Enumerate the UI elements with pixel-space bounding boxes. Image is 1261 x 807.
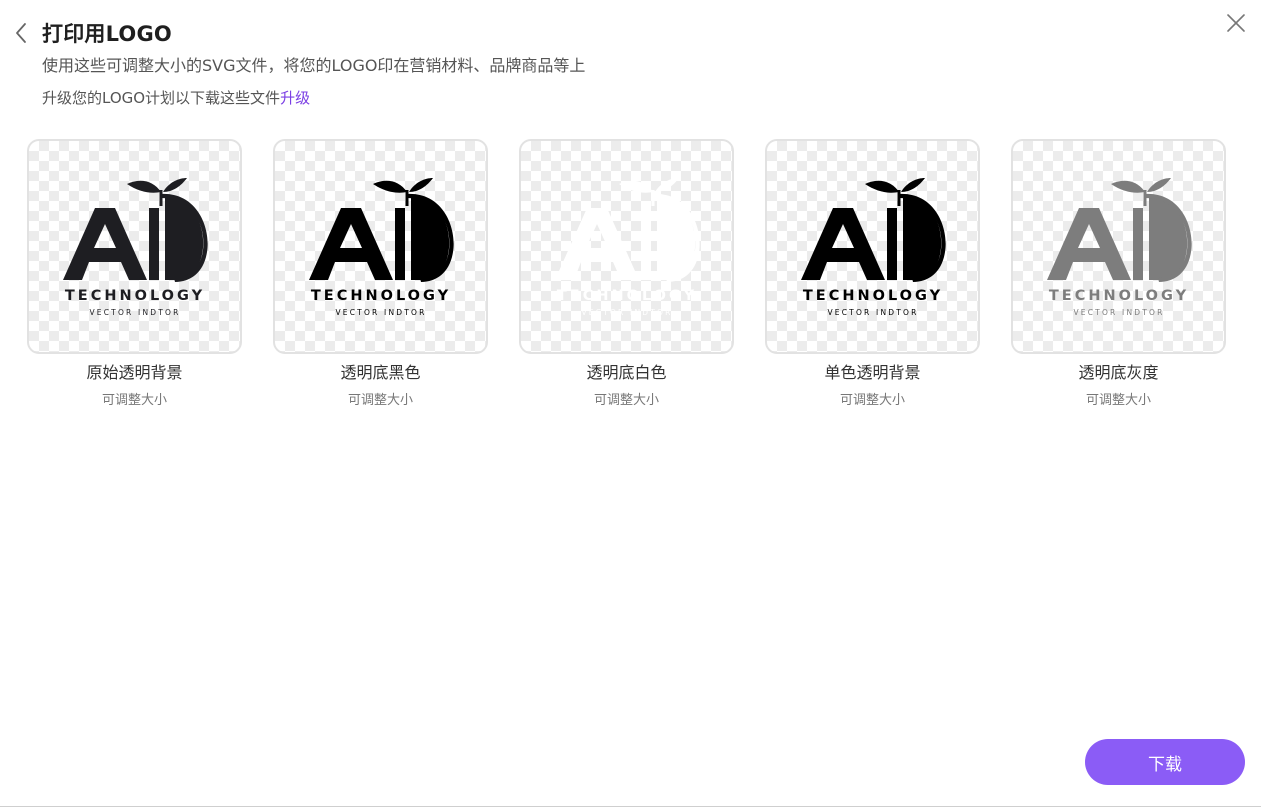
logo-option-card[interactable]: TECHNOLOGY VECTOR INDTOR 透明底灰度 可调整大小 (1011, 139, 1226, 408)
logo-preview[interactable]: TECHNOLOGY VECTOR INDTOR (27, 139, 242, 354)
leaf-shape (1146, 177, 1171, 192)
leaf-shape (126, 180, 161, 193)
option-sublabel: 可调整大小 (347, 393, 413, 408)
leaf-shape (408, 177, 433, 192)
back-button[interactable] (10, 20, 32, 46)
letter-a-shape (554, 207, 639, 280)
letter-a-shape (308, 207, 393, 280)
letter-i-shape (148, 207, 159, 280)
logo-preview[interactable]: TECHNOLOGY VECTOR INDTOR (519, 139, 734, 354)
leaf-shape (654, 177, 679, 192)
page-title: 打印用LOGO (42, 22, 172, 46)
page-subtitle: 使用这些可调整大小的SVG文件，将您的LOGO印在营销材料、品牌商品等上 (42, 56, 586, 75)
logo-image: TECHNOLOGY VECTOR INDTOR (62, 177, 208, 317)
upgrade-text: 升级您的LOGO计划以下载这些文件 (42, 89, 281, 107)
upgrade-link[interactable]: 升级 (280, 89, 310, 107)
option-sublabel: 可调整大小 (1085, 393, 1151, 408)
logo-main-text: TECHNOLOGY (556, 288, 696, 304)
logo-option-card[interactable]: TECHNOLOGY VECTOR INDTOR 透明底黑色 可调整大小 (273, 139, 488, 408)
logo-preview[interactable]: TECHNOLOGY VECTOR INDTOR (1011, 139, 1226, 354)
logo-sub-text: VECTOR INDTOR (827, 308, 918, 317)
option-sublabel: 可调整大小 (593, 393, 659, 408)
letter-a-shape (800, 207, 885, 280)
chevron-left-icon (16, 23, 26, 43)
leaf-shape (162, 177, 187, 192)
leaf-shape (1110, 180, 1145, 193)
logo-preview[interactable]: TECHNOLOGY VECTOR INDTOR (273, 139, 488, 354)
letter-i-shape (394, 207, 405, 280)
logo-sub-text: VECTOR INDTOR (581, 308, 672, 317)
option-label: 透明底白色 (586, 363, 667, 382)
letter-i-shape (1132, 207, 1143, 280)
option-label: 透明底黑色 (340, 363, 421, 382)
logo-main-text: TECHNOLOGY (1048, 288, 1188, 304)
logo-option-card[interactable]: TECHNOLOGY VECTOR INDTOR 透明底白色 可调整大小 (519, 139, 734, 408)
letter-i-shape (886, 207, 897, 280)
download-button[interactable]: 下载 (1085, 739, 1245, 785)
logo-preview[interactable]: TECHNOLOGY VECTOR INDTOR (765, 139, 980, 354)
leaf-shape (864, 180, 899, 193)
logo-sub-text: VECTOR INDTOR (89, 308, 180, 317)
logo-main-text: TECHNOLOGY (802, 288, 942, 304)
logo-options-list: TECHNOLOGY VECTOR INDTOR 原始透明背景 可调整大小 TE… (27, 139, 1226, 408)
logo-image: TECHNOLOGY VECTOR INDTOR (800, 177, 946, 317)
close-icon (1227, 14, 1245, 32)
letter-a-shape (1046, 207, 1131, 280)
logo-sub-text: VECTOR INDTOR (335, 308, 426, 317)
option-label: 单色透明背景 (824, 363, 921, 382)
leaf-shape (372, 180, 407, 193)
option-label: 原始透明背景 (86, 363, 183, 382)
logo-image: TECHNOLOGY VECTOR INDTOR (308, 177, 454, 317)
logo-image: TECHNOLOGY VECTOR INDTOR (554, 177, 700, 317)
logo-sub-text: VECTOR INDTOR (1073, 308, 1164, 317)
option-sublabel: 可调整大小 (839, 393, 905, 408)
upgrade-notice: 升级您的LOGO计划以下载这些文件升级 (42, 87, 310, 108)
option-label: 透明底灰度 (1078, 363, 1159, 382)
option-sublabel: 可调整大小 (101, 393, 167, 408)
logo-option-card[interactable]: TECHNOLOGY VECTOR INDTOR 原始透明背景 可调整大小 (27, 139, 242, 408)
logo-main-text: TECHNOLOGY (64, 288, 204, 304)
close-button[interactable] (1225, 12, 1247, 34)
logo-option-card[interactable]: TECHNOLOGY VECTOR INDTOR 单色透明背景 可调整大小 (765, 139, 980, 408)
print-logo-dialog: 打印用LOGO 使用这些可调整大小的SVG文件，将您的LOGO印在营销材料、品牌… (0, 0, 1261, 807)
letter-a-shape (62, 207, 147, 280)
leaf-shape (900, 177, 925, 192)
logo-main-text: TECHNOLOGY (310, 288, 450, 304)
leaf-shape (618, 180, 653, 193)
logo-image: TECHNOLOGY VECTOR INDTOR (1046, 177, 1192, 317)
letter-i-shape (640, 207, 651, 280)
